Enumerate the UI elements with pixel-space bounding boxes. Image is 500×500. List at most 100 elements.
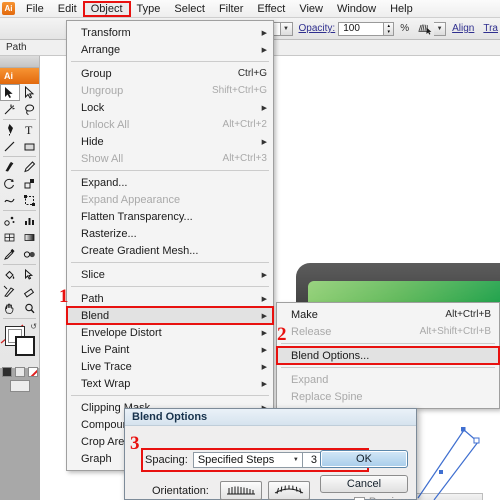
menubar-item-type[interactable]: Type <box>130 2 168 16</box>
rectangle-tool[interactable] <box>20 138 40 155</box>
chevron-right-icon: ▶ <box>261 329 267 337</box>
cancel-button[interactable]: Cancel <box>320 475 408 493</box>
blend-tool[interactable] <box>20 246 40 263</box>
hand-tool[interactable] <box>0 300 20 317</box>
opacity-label[interactable]: Opacity: <box>299 23 336 34</box>
pen-tool[interactable] <box>0 121 20 138</box>
object-dropdown-menu[interactable]: Transform ▶ Arrange ▶ Group Ctrl+G Ungroup Shif… <box>66 20 274 471</box>
free-transform-tool[interactable] <box>20 192 40 209</box>
menu-item-label: Expand Appearance <box>81 193 181 206</box>
menubar-item-effect[interactable]: Effect <box>250 2 292 16</box>
ok-button[interactable]: OK <box>320 450 408 468</box>
transparency-label[interactable]: Tra <box>483 23 498 34</box>
align-to-page-icon[interactable] <box>219 481 262 500</box>
mesh-tool[interactable] <box>0 229 20 246</box>
spacing-select[interactable]: Specified Steps ▼ <box>192 452 303 468</box>
slice-tool[interactable] <box>0 283 20 300</box>
live-paint-bucket-tool[interactable] <box>0 266 20 283</box>
brush-dropdown-icon[interactable]: ▼ <box>434 21 447 36</box>
paintbrush-tool[interactable] <box>0 158 20 175</box>
object-menu-slice[interactable]: Slice ▶ <box>67 266 273 283</box>
menu-item-label: Live Paint <box>81 343 130 356</box>
dialog-buttons: OK Cancel <box>320 450 408 500</box>
object-menu-hide[interactable]: Hide ▶ <box>67 133 273 150</box>
stroke-swatch[interactable] <box>15 336 35 356</box>
object-menu-expand-appearance: Expand Appearance <box>67 191 273 208</box>
screen-mode-button[interactable] <box>9 380 30 392</box>
menu-item-label: Slice <box>81 268 105 281</box>
object-menu-lock[interactable]: Lock ▶ <box>67 99 273 116</box>
object-menu-live-trace[interactable]: Live Trace ▶ <box>67 358 273 375</box>
menubar-item-file[interactable]: File <box>19 2 51 16</box>
menu-item-label: Ungroup <box>81 84 124 97</box>
brush-icon[interactable] <box>416 21 434 36</box>
style-dropdown-icon[interactable]: ▼ <box>280 21 293 36</box>
chevron-right-icon: ▶ <box>261 295 267 303</box>
lasso-tool[interactable] <box>20 101 40 118</box>
direct-selection-tool[interactable] <box>20 84 40 101</box>
menu-item-label: Expand... <box>81 176 128 189</box>
object-menu-envelope-distort[interactable]: Envelope Distort ▶ <box>67 324 273 341</box>
menubar-item-filter[interactable]: Filter <box>212 2 250 16</box>
pencil-tool[interactable] <box>20 158 40 175</box>
zoom-tool[interactable] <box>20 300 40 317</box>
menu-item-label: Arrange <box>81 43 121 56</box>
menu-item-label: Unlock All <box>81 118 130 131</box>
object-menu-transform[interactable]: Transform ▶ <box>67 24 273 41</box>
menubar-item-select[interactable]: Select <box>167 2 212 16</box>
opacity-stepper-icon[interactable]: ▴ ▾ <box>384 21 395 36</box>
warp-tool[interactable] <box>0 192 20 209</box>
gradient-mode-button[interactable] <box>14 367 25 377</box>
align-to-path-icon[interactable] <box>267 481 310 500</box>
spacing-select-value: Specified Steps <box>197 454 275 466</box>
menubar-item-object[interactable]: Object <box>82 0 131 17</box>
selection-tool[interactable] <box>0 84 20 101</box>
tools-panel-grip[interactable] <box>0 56 39 68</box>
app-logo-icon: Ai <box>2 2 15 15</box>
blend-submenu-make[interactable]: Make Alt+Ctrl+B <box>277 306 499 323</box>
preview-checkbox[interactable] <box>353 496 365 500</box>
menu-item-label: Rasterize... <box>81 227 137 240</box>
menu-item-shortcut: Alt+Ctrl+2 <box>222 119 267 130</box>
preview-label: Preview <box>369 496 408 500</box>
object-menu-path[interactable]: Path ▶ <box>67 290 273 307</box>
object-menu-text-wrap[interactable]: Text Wrap ▶ <box>67 375 273 392</box>
align-label[interactable]: Align <box>452 23 474 34</box>
type-tool[interactable]: T <box>20 121 40 138</box>
eyedropper-tool[interactable] <box>0 246 20 263</box>
tools-panel-header: Ai <box>0 68 39 84</box>
line-segment-tool[interactable] <box>0 138 20 155</box>
object-menu-flatten-transparency[interactable]: Flatten Transparency... <box>67 208 273 225</box>
symbol-sprayer-tool[interactable] <box>0 212 20 229</box>
blend-submenu-blend-options[interactable]: Blend Options... <box>276 346 500 365</box>
object-menu-live-paint[interactable]: Live Paint ▶ <box>67 341 273 358</box>
rotate-tool[interactable] <box>0 175 20 192</box>
color-mode-button[interactable] <box>1 367 12 377</box>
object-menu-group[interactable]: Group Ctrl+G <box>67 65 273 82</box>
scale-tool[interactable] <box>20 175 40 192</box>
magic-wand-tool[interactable] <box>0 101 20 118</box>
object-menu-expand[interactable]: Expand... <box>67 174 273 191</box>
swap-fill-stroke-icon[interactable]: ↺ <box>30 322 37 331</box>
object-menu-arrange[interactable]: Arrange ▶ <box>67 41 273 58</box>
menubar-item-edit[interactable]: Edit <box>51 2 84 16</box>
menu-item-label: Transform <box>81 26 131 39</box>
chevron-right-icon: ▶ <box>261 29 267 37</box>
chevron-right-icon: ▶ <box>261 346 267 354</box>
object-menu-rasterize[interactable]: Rasterize... <box>67 225 273 242</box>
menubar-item-window[interactable]: Window <box>330 2 383 16</box>
menubar-item-view[interactable]: View <box>292 2 330 16</box>
column-graph-tool[interactable] <box>20 212 40 229</box>
drawing-modes <box>0 366 39 377</box>
eraser-tool[interactable] <box>20 283 40 300</box>
menu-item-label: Release <box>291 325 332 338</box>
blend-submenu[interactable]: Make Alt+Ctrl+B Release Alt+Shift+Ctrl+B Ble… <box>276 302 500 409</box>
none-mode-button[interactable] <box>27 367 38 377</box>
object-menu-blend[interactable]: Blend ▶ <box>66 306 274 325</box>
object-menu-create-gradient-mesh[interactable]: Create Gradient Mesh... <box>67 242 273 259</box>
opacity-input[interactable]: 100 <box>338 21 385 36</box>
menubar-item-help[interactable]: Help <box>383 2 420 16</box>
live-paint-selection-tool[interactable] <box>20 266 40 283</box>
gradient-tool[interactable] <box>20 229 40 246</box>
chevron-right-icon: ▶ <box>261 380 267 388</box>
